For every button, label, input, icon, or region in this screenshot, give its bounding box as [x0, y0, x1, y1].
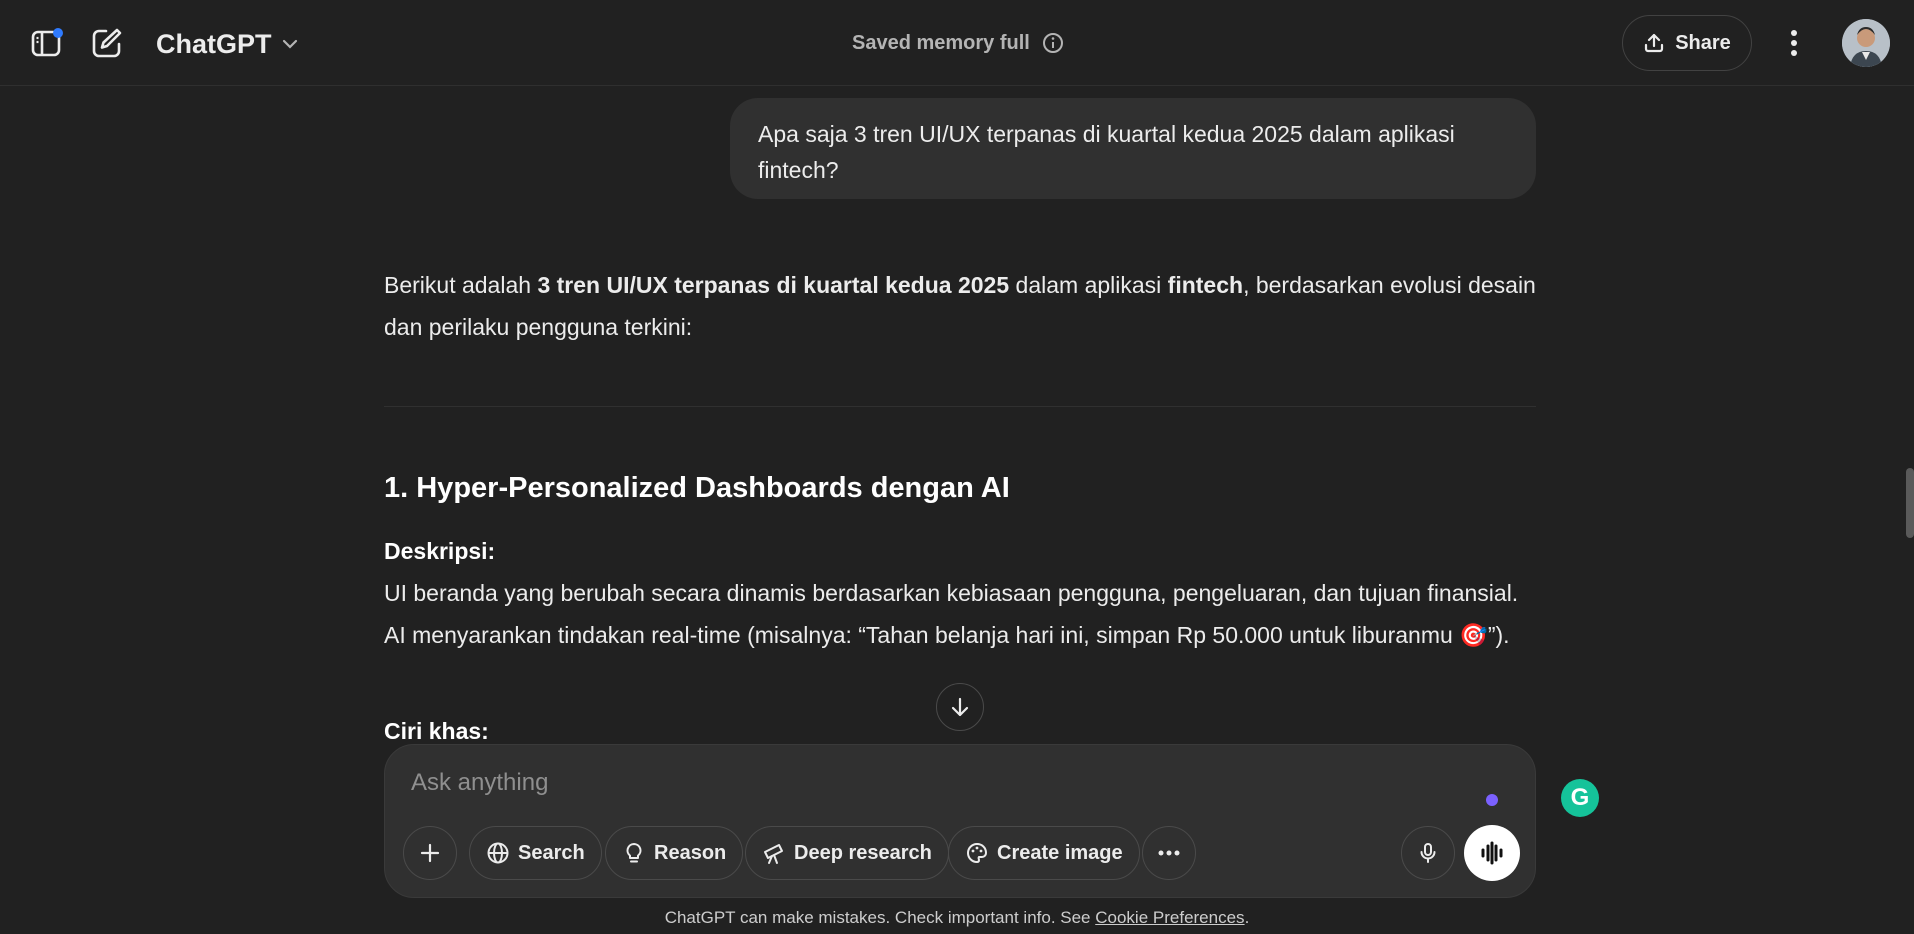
disclaimer-end: .	[1244, 908, 1250, 927]
more-horizontal-icon	[1158, 850, 1180, 856]
description-text: UI beranda yang berubah secara dinamis b…	[384, 580, 1519, 648]
deep-research-label: Deep research	[794, 841, 932, 864]
share-icon	[1645, 33, 1664, 53]
microphone-icon	[1420, 843, 1436, 863]
share-label: Share	[1675, 31, 1731, 54]
chevron-down-icon	[282, 39, 297, 49]
create-image-button[interactable]: Create image	[948, 826, 1140, 880]
deep-research-button[interactable]: Deep research	[745, 826, 949, 880]
telescope-icon	[764, 844, 783, 864]
arrow-down-icon	[951, 697, 969, 717]
assistant-intro: Berikut adalah 3 tren UI/UX terpanas di …	[384, 264, 1536, 348]
sidebar-icon	[31, 28, 63, 57]
attach-button[interactable]	[403, 826, 457, 880]
palette-icon	[967, 842, 988, 864]
cookie-preferences-link[interactable]: Cookie Preferences	[1095, 908, 1244, 927]
disclaimer-footer: ChatGPT can make mistakes. Check importa…	[0, 908, 1914, 928]
info-icon[interactable]	[1042, 32, 1064, 54]
avatar[interactable]	[1842, 19, 1890, 67]
search-label: Search	[518, 841, 585, 864]
scrollbar-thumb[interactable]	[1906, 468, 1914, 538]
voice-mode-button[interactable]	[1464, 825, 1520, 881]
globe-icon	[487, 842, 509, 864]
model-name: ChatGPT	[156, 28, 272, 59]
edit-icon	[92, 28, 122, 58]
description-label: Deskripsi:	[384, 538, 496, 564]
user-message-text: Apa saja 3 tren UI/UX terpanas di kuarta…	[758, 121, 1455, 183]
share-button[interactable]: Share	[1622, 15, 1752, 71]
dictate-button[interactable]	[1401, 826, 1455, 880]
description-block: Deskripsi: UI beranda yang berubah secar…	[384, 530, 1536, 656]
top-bar: ChatGPT Saved memory full Share	[0, 0, 1914, 86]
model-selector[interactable]: ChatGPT	[156, 24, 300, 64]
more-vertical-icon	[1791, 30, 1797, 56]
intro-text-2: dalam aplikasi	[1009, 272, 1168, 298]
reason-button[interactable]: Reason	[605, 826, 744, 880]
sidebar-toggle-button[interactable]	[25, 21, 69, 65]
plus-icon	[420, 843, 440, 863]
intro-bold-2: fintech	[1167, 272, 1244, 298]
prompt-input[interactable]	[411, 765, 1411, 801]
intro-bold-1: 3 tren UI/UX terpanas di kuartal kedua 2…	[537, 272, 1010, 298]
more-tools-button[interactable]	[1142, 826, 1196, 880]
search-button[interactable]: Search	[469, 826, 602, 880]
new-chat-button[interactable]	[85, 21, 129, 65]
intro-text-1: Berikut adalah	[384, 272, 538, 298]
lightbulb-icon	[626, 843, 642, 863]
memory-status-label: Saved memory full	[852, 31, 1030, 54]
message-composer: Search Reason Deep research Create image	[384, 744, 1536, 898]
reason-label: Reason	[654, 841, 727, 864]
create-image-label: Create image	[997, 841, 1123, 864]
user-message-bubble: Apa saja 3 tren UI/UX terpanas di kuarta…	[730, 98, 1536, 199]
section-heading: 1. Hyper-Personalized Dashboards dengan …	[384, 472, 1010, 504]
voice-waveform-icon	[1481, 841, 1503, 865]
status-dot	[1486, 794, 1498, 806]
memory-status: Saved memory full	[852, 28, 1064, 58]
grammarly-icon[interactable]: G	[1561, 779, 1599, 817]
user-avatar-image	[1842, 19, 1890, 67]
scroll-to-bottom-button[interactable]	[936, 683, 984, 731]
section-divider	[384, 406, 1536, 407]
more-options-button[interactable]	[1772, 21, 1816, 65]
disclaimer-text: ChatGPT can make mistakes. Check importa…	[664, 908, 1096, 927]
